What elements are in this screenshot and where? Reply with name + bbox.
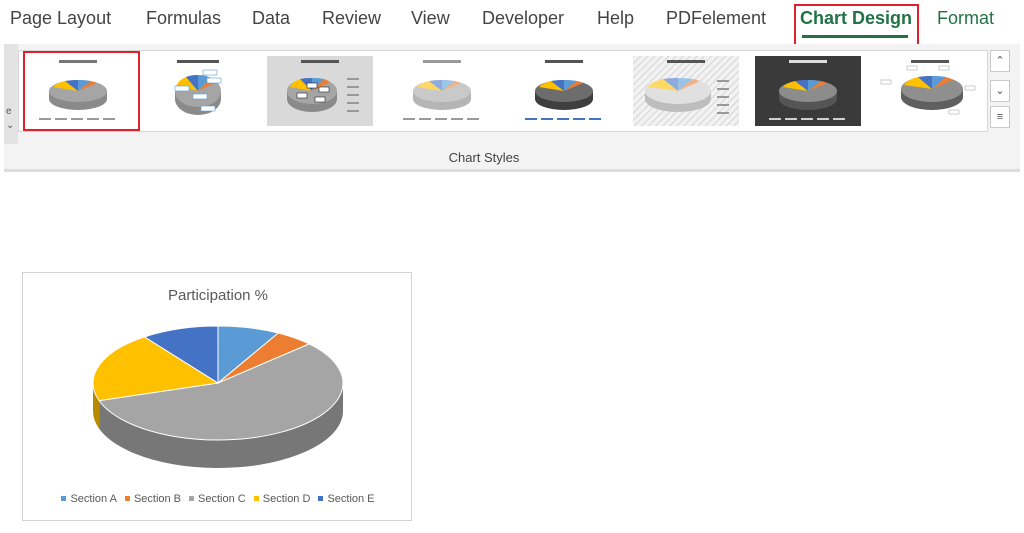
chart-style-2-preview: [145, 56, 251, 126]
tab-help[interactable]: Help: [597, 8, 634, 29]
ribbon-panel: e ⌄ ⌃ ⌄ ≡ Chart Styles: [4, 44, 1020, 172]
chart-style-8[interactable]: [877, 56, 983, 126]
chart-design-highlight-box: [794, 4, 919, 49]
chevron-up-icon: ⌃: [995, 55, 1005, 67]
legend-item-4[interactable]: Section D: [253, 493, 311, 505]
ribbon-left-edge[interactable]: e ⌄: [4, 44, 18, 144]
chart-style-4[interactable]: [389, 56, 495, 126]
chart-style-7[interactable]: [755, 56, 861, 126]
tab-page-layout[interactable]: Page Layout: [10, 8, 111, 29]
chart-style-6[interactable]: [633, 56, 739, 126]
left-edge-arrow: ⌄: [6, 120, 15, 131]
chart-style-5[interactable]: [511, 56, 617, 126]
more-icon: ≡: [996, 111, 1004, 123]
tab-data[interactable]: Data: [252, 8, 290, 29]
gallery-scroll-controls: ⌃ ⌄ ≡: [990, 50, 1010, 132]
legend-swatch: [61, 495, 67, 501]
tab-developer[interactable]: Developer: [482, 8, 564, 29]
legend-label: Section A: [70, 493, 117, 505]
chart-legend: Section A Section B Section C Section D Sect…: [23, 493, 413, 505]
selected-style-highlight-box: [23, 51, 140, 131]
chart-style-4-preview: [389, 56, 495, 126]
left-edge-glyph: e: [6, 106, 12, 117]
chart-style-8-preview: [877, 56, 983, 126]
scroll-up-button[interactable]: ⌃: [990, 50, 1010, 72]
tab-view[interactable]: View: [411, 8, 450, 29]
chart-styles-gallery: [18, 50, 988, 132]
legend-item-1[interactable]: Section A: [61, 493, 117, 505]
tab-review[interactable]: Review: [322, 8, 381, 29]
pie-chart-plot: [92, 325, 344, 469]
legend-item-5[interactable]: Section E: [318, 493, 375, 505]
chart-styles-group-label: Chart Styles: [448, 150, 520, 165]
legend-swatch: [253, 495, 259, 501]
legend-swatch: [124, 495, 130, 501]
gallery-expand-button[interactable]: ≡: [990, 106, 1010, 128]
chart-style-6-preview: [633, 56, 739, 126]
chevron-down-icon: ⌄: [995, 85, 1005, 97]
legend-swatch: [189, 495, 195, 501]
legend-item-2[interactable]: Section B: [124, 493, 182, 505]
chart-style-7-preview: [755, 56, 861, 126]
tab-format[interactable]: Format: [937, 8, 994, 29]
chart-title: Participation %: [167, 287, 269, 304]
legend-swatch: [318, 495, 324, 501]
legend-label: Section D: [262, 493, 311, 505]
legend-label: Section B: [133, 493, 182, 505]
chart-style-3-preview: [267, 56, 373, 126]
scroll-down-button[interactable]: ⌄: [990, 80, 1010, 102]
tab-formulas[interactable]: Formulas: [146, 8, 221, 29]
ribbon-tabs: Page Layout Formulas Data Review View De…: [0, 0, 1024, 49]
pie-chart[interactable]: Participation % Section A Section B Sectio…: [22, 272, 412, 521]
legend-label: Section E: [327, 493, 375, 505]
chart-style-2[interactable]: [145, 56, 251, 126]
tab-pdfelement[interactable]: PDFelement: [666, 8, 766, 29]
chart-style-5-preview: [511, 56, 617, 126]
chart-style-3[interactable]: [267, 56, 373, 126]
legend-item-3[interactable]: Section C: [189, 493, 246, 505]
legend-label: Section C: [198, 493, 246, 505]
